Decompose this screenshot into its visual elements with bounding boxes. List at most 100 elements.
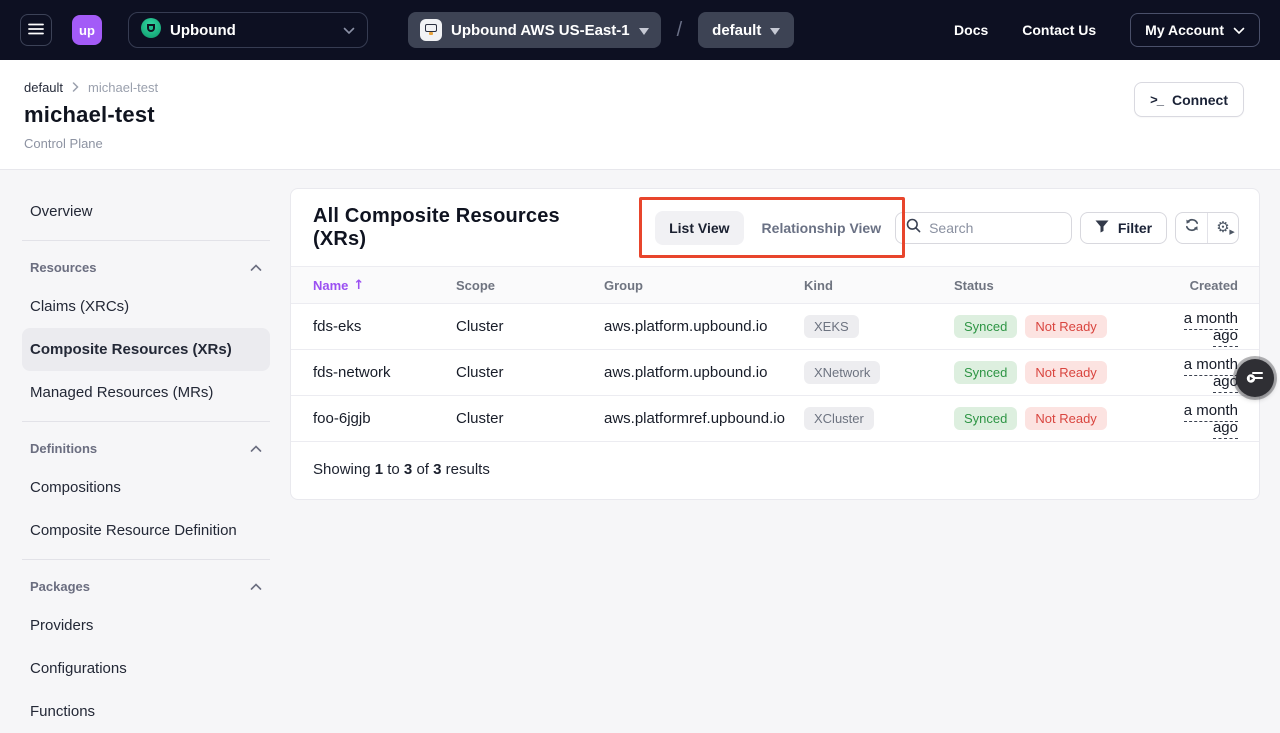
refresh-icon	[1184, 217, 1200, 238]
sidebar-section-packages[interactable]: Packages	[22, 567, 270, 604]
status-badge-not-ready: Not Ready	[1025, 361, 1106, 384]
cell-name[interactable]: foo-6jgjb	[313, 410, 456, 427]
relative-time[interactable]: a month ago	[1184, 402, 1238, 439]
sidebar-section-label: Definitions	[30, 441, 97, 456]
breadcrumb-item-default[interactable]: default	[24, 80, 63, 95]
sidebar-item-functions[interactable]: Functions	[22, 690, 270, 733]
table-header-row: Name ↑ Scope Group Kind Status Created	[291, 266, 1259, 304]
sidebar-section-label: Packages	[30, 579, 90, 594]
cell-scope: Cluster	[456, 410, 604, 427]
upbound-logo[interactable]: up	[72, 15, 102, 45]
column-header-label: Name	[313, 278, 348, 293]
sidebar-item-providers[interactable]: Providers	[22, 604, 270, 647]
sidebar-item-configurations[interactable]: Configurations	[22, 647, 270, 690]
relationship-view-tab[interactable]: Relationship View	[748, 211, 896, 245]
docs-link[interactable]: Docs	[954, 22, 988, 38]
chevron-right-icon	[72, 80, 79, 95]
cell-created: a month ago	[1161, 402, 1238, 436]
cell-status: Synced Not Ready	[954, 361, 1161, 384]
card-header: All Composite Resources (XRs) List View …	[291, 189, 1259, 266]
sidebar-item-overview[interactable]: Overview	[22, 190, 270, 233]
column-header-name[interactable]: Name ↑	[313, 278, 456, 293]
top-navigation-bar: up Upbound Upbound AWS US-East-1 / defau…	[0, 0, 1280, 60]
contact-us-link[interactable]: Contact Us	[1022, 22, 1096, 38]
cell-scope: Cluster	[456, 364, 604, 381]
results-to: 3	[404, 461, 412, 478]
kind-badge: XCluster	[804, 407, 874, 430]
sidebar-item-composite-resources-xrs[interactable]: Composite Resources (XRs)	[22, 328, 270, 371]
page-title: michael-test	[24, 102, 1280, 128]
floating-recorder-widget[interactable]	[1236, 359, 1274, 397]
status-badge-synced: Synced	[954, 361, 1017, 384]
cell-group: aws.platformref.upbound.io	[604, 410, 804, 427]
status-badge-not-ready: Not Ready	[1025, 315, 1106, 338]
cell-status: Synced Not Ready	[954, 407, 1161, 430]
page-header: default michael-test michael-test Contro…	[0, 60, 1280, 170]
caret-down-icon	[770, 22, 780, 39]
organization-icon	[141, 18, 161, 42]
breadcrumb: default michael-test	[24, 80, 1280, 95]
kind-badge: XEKS	[804, 315, 859, 338]
sidebar-item-claims-xrcs[interactable]: Claims (XRCs)	[22, 285, 270, 328]
status-badge-not-ready: Not Ready	[1025, 407, 1106, 430]
table-row[interactable]: fds-eks Cluster aws.platform.upbound.io …	[291, 304, 1259, 350]
table-row[interactable]: foo-6jgjb Cluster aws.platformref.upboun…	[291, 396, 1259, 442]
page-subtitle: Control Plane	[24, 136, 1280, 151]
sort-ascending-icon: ↑	[353, 278, 364, 293]
filter-button-label: Filter	[1118, 220, 1152, 236]
cell-name[interactable]: fds-network	[313, 364, 456, 381]
search-icon	[906, 218, 921, 238]
control-plane-icon	[420, 19, 442, 41]
terminal-icon: >_	[1150, 92, 1163, 107]
sidebar-item-compositions[interactable]: Compositions	[22, 466, 270, 509]
relative-time[interactable]: a month ago	[1184, 310, 1238, 347]
chevron-up-icon	[250, 441, 262, 456]
refresh-button[interactable]	[1176, 213, 1207, 243]
search-input[interactable]	[929, 220, 1061, 236]
results-summary-text: to	[387, 461, 400, 478]
filter-button[interactable]: Filter	[1080, 212, 1167, 244]
group-selector[interactable]: default	[698, 12, 794, 48]
cell-group: aws.platform.upbound.io	[604, 364, 804, 381]
results-summary-text: results	[446, 461, 490, 478]
results-total: 3	[433, 461, 441, 478]
sidebar-item-managed-resources-mrs[interactable]: Managed Resources (MRs)	[22, 371, 270, 414]
caret-down-icon	[639, 22, 649, 39]
cell-scope: Cluster	[456, 318, 604, 335]
connect-button[interactable]: >_ Connect	[1134, 82, 1244, 117]
sidebar-divider	[22, 559, 270, 560]
control-plane-label: Upbound AWS US-East-1	[451, 22, 630, 39]
relative-time[interactable]: a month ago	[1184, 356, 1238, 393]
menu-button[interactable]	[20, 14, 52, 46]
sidebar-section-definitions[interactable]: Definitions	[22, 429, 270, 466]
gear-play-icon: ⚙▶	[1216, 220, 1229, 235]
cell-created: a month ago	[1161, 310, 1238, 344]
results-summary-text: Showing	[313, 461, 371, 478]
hamburger-icon	[28, 23, 44, 38]
control-plane-selector[interactable]: Upbound AWS US-East-1	[408, 12, 661, 48]
table-row[interactable]: fds-network Cluster aws.platform.upbound…	[291, 350, 1259, 396]
search-box	[895, 212, 1072, 244]
my-account-menu[interactable]: My Account	[1130, 13, 1260, 47]
chevron-down-icon	[343, 22, 355, 39]
list-view-tab[interactable]: List View	[655, 211, 743, 245]
kind-badge: XNetwork	[804, 361, 880, 384]
sidebar-item-composite-resource-definition[interactable]: Composite Resource Definition	[22, 509, 270, 552]
cell-kind: XNetwork	[804, 361, 954, 384]
breadcrumb-item-current: michael-test	[88, 80, 158, 95]
cell-name[interactable]: fds-eks	[313, 318, 456, 335]
sidebar: Overview Resources Claims (XRCs) Composi…	[22, 190, 270, 733]
card-title: All Composite Resources (XRs)	[313, 205, 586, 251]
results-from: 1	[375, 461, 383, 478]
column-header-status: Status	[954, 278, 1161, 293]
auto-refresh-settings-button[interactable]: ⚙▶	[1207, 213, 1238, 243]
sidebar-section-resources[interactable]: Resources	[22, 248, 270, 285]
filter-icon	[1095, 220, 1109, 236]
organization-selector[interactable]: Upbound	[128, 12, 368, 48]
sidebar-divider	[22, 240, 270, 241]
cell-group: aws.platform.upbound.io	[604, 318, 804, 335]
view-toggle: List View Relationship View	[655, 211, 895, 245]
cell-created: a month ago	[1161, 356, 1238, 390]
results-summary-text: of	[416, 461, 429, 478]
sidebar-divider	[22, 421, 270, 422]
